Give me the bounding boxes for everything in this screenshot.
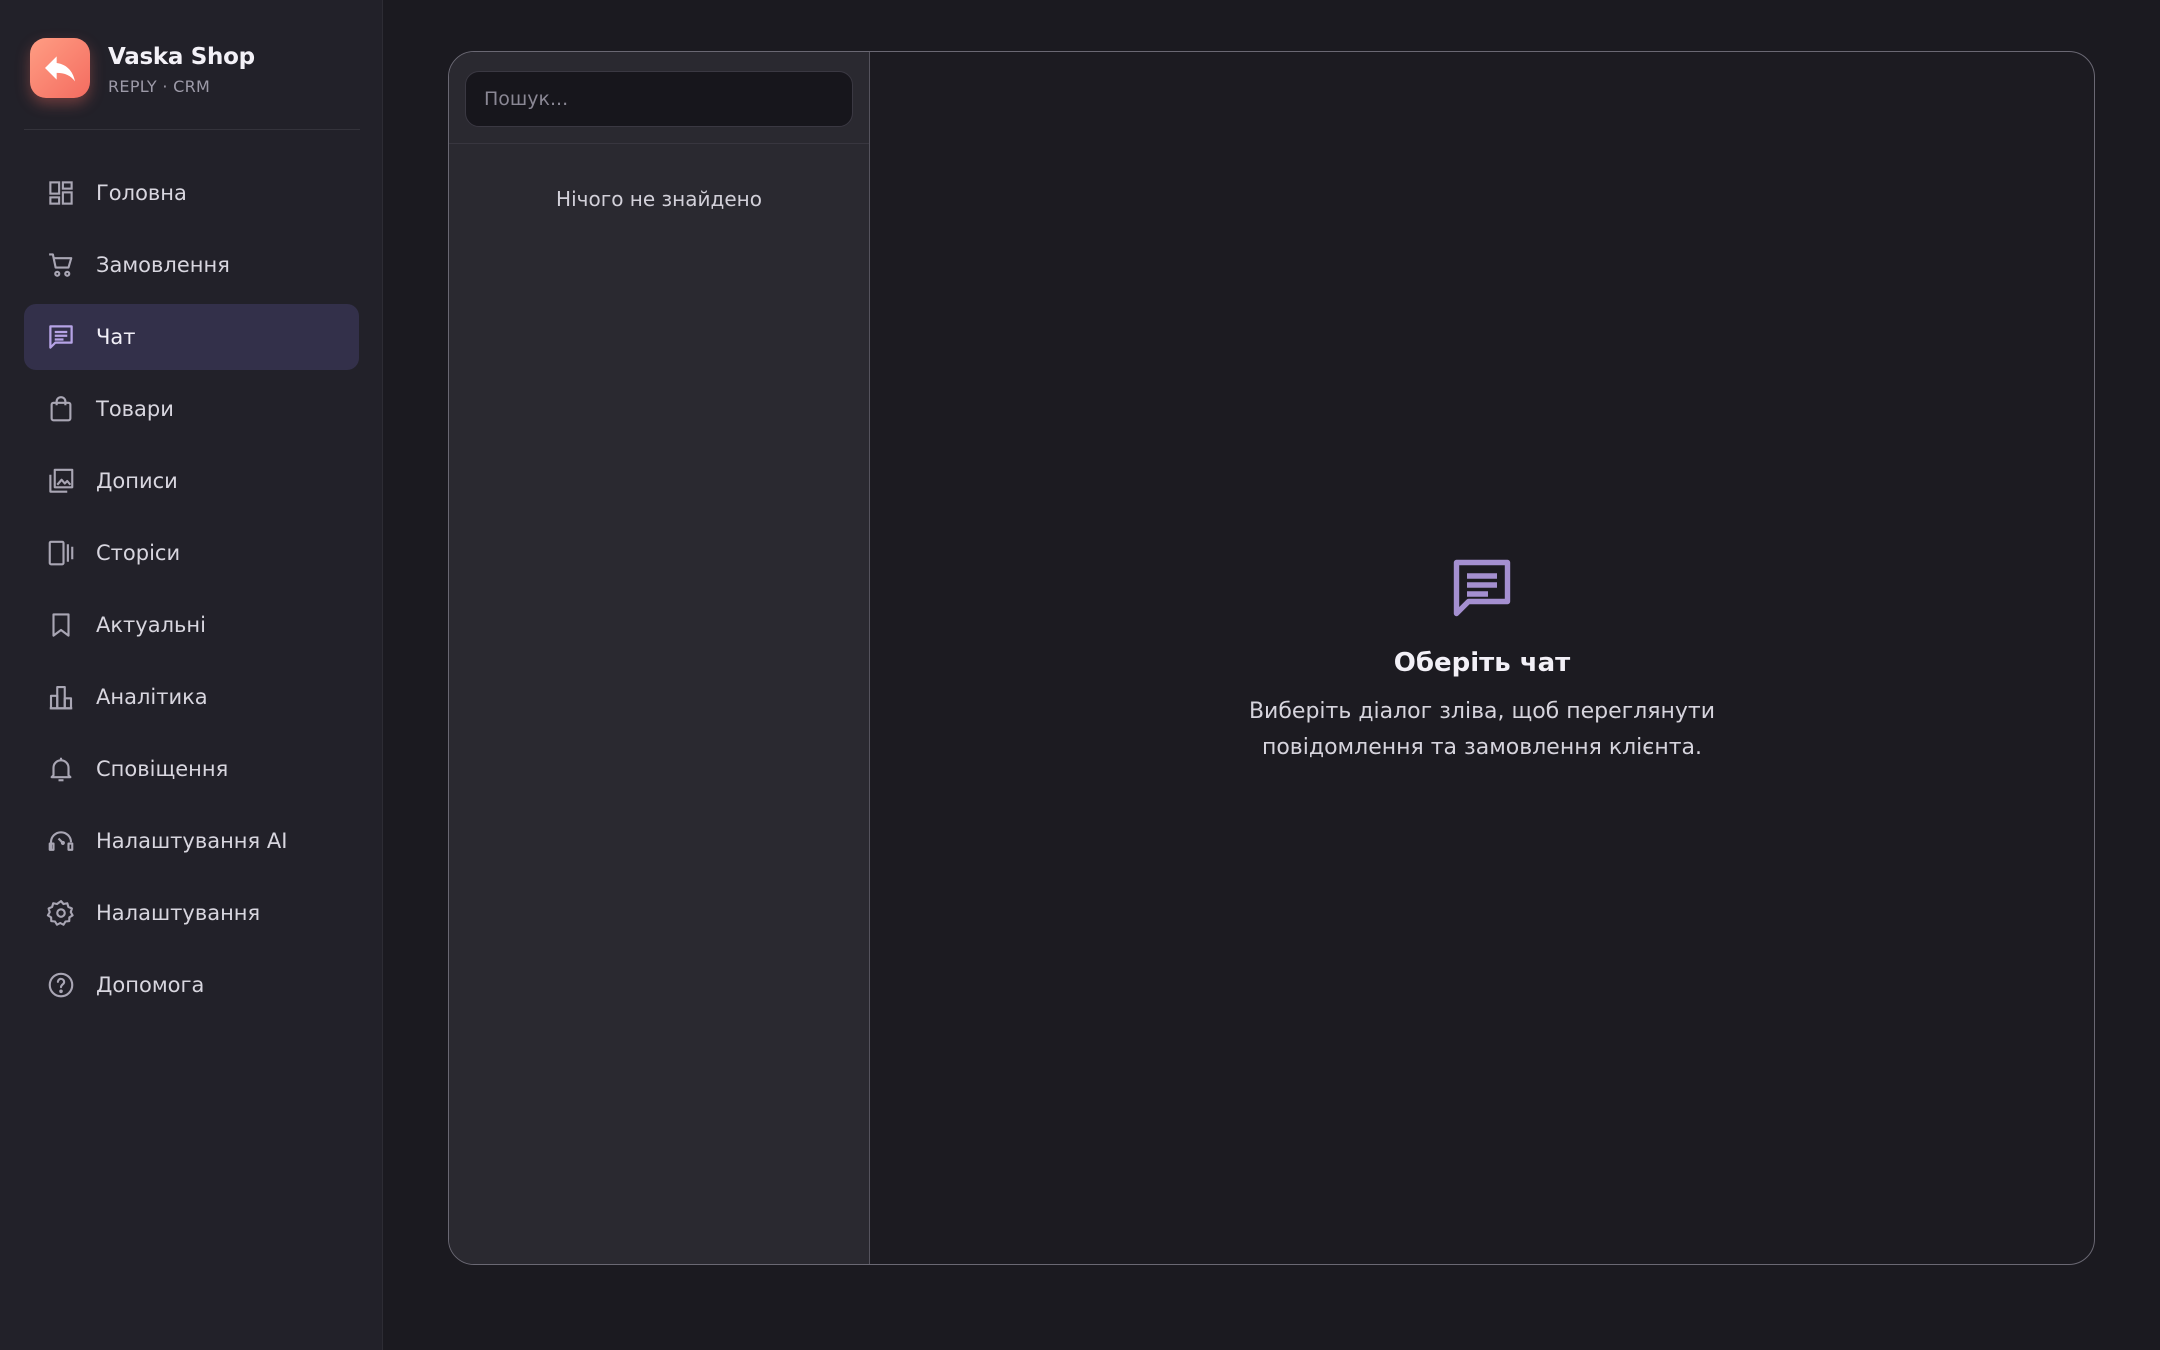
chat-icon [46,322,76,352]
stories-icon [46,538,76,568]
sidebar-item-notifications[interactable]: Сповіщення [24,736,359,802]
empty-chat-text: Виберіть діалог зліва, щоб переглянути п… [1248,699,1716,760]
sidebar-item-label: Допомога [96,973,205,997]
brand-name: Vaska Shop [108,44,255,70]
bell-icon [46,754,76,784]
chat-icon [1446,552,1518,624]
sidebar-item-help[interactable]: Допомога [24,952,359,1018]
brand-subtitle: REPLY · CRM [108,77,211,96]
search-input[interactable] [465,71,853,127]
sidebar-item-settings[interactable]: Налаштування [24,880,359,946]
sidebar-item-label: Товари [96,397,174,421]
empty-chat-state: Оберіть чат Виберіть діалог зліва, щоб п… [870,552,2094,766]
empty-list-message: Нічого не знайдено [556,187,762,211]
sidebar-item-orders[interactable]: Замовлення [24,232,359,298]
dashboard-icon [46,178,76,208]
sidebar-item-ai-settings[interactable]: Налаштування AI [24,808,359,874]
ai-head-icon [46,826,76,856]
sidebar: Vaska Shop REPLY · CRM Головна Замовленн… [0,0,383,1350]
sidebar-item-stories[interactable]: Сторіси [24,520,359,586]
sidebar-item-label: Сповіщення [96,757,229,781]
sidebar-item-label: Актуальні [96,613,206,637]
bar-chart-icon [46,682,76,712]
sidebar-item-posts[interactable]: Дописи [24,448,359,514]
cart-icon [46,250,76,280]
sidebar-item-label: Сторіси [96,541,181,565]
sidebar-item-products[interactable]: Товари [24,376,359,442]
chat-list-pane: Нічого не знайдено [449,52,870,1264]
search-bar [449,52,869,144]
help-icon [46,970,76,1000]
sidebar-item-label: Замовлення [96,253,230,277]
bookmark-icon [46,610,76,640]
sidebar-item-label: Чат [96,325,136,349]
sidebar-item-label: Налаштування AI [96,829,288,853]
sidebar-item-label: Дописи [96,469,178,493]
gallery-icon [46,466,76,496]
sidebar-item-highlights[interactable]: Актуальні [24,592,359,658]
brand-header: Vaska Shop REPLY · CRM [24,32,360,130]
app-root: Vaska Shop REPLY · CRM Головна Замовленн… [0,0,2160,1350]
sidebar-item-home[interactable]: Головна [24,160,359,226]
sidebar-item-chat[interactable]: Чат [24,304,359,370]
chat-view-pane: Оберіть чат Виберіть діалог зліва, щоб п… [870,52,2094,1264]
sidebar-item-label: Налаштування [96,901,261,925]
gear-icon [46,898,76,928]
shopping-bag-icon [46,394,76,424]
empty-chat-title: Оберіть чат [1393,648,1571,678]
sidebar-item-label: Головна [96,181,187,205]
reply-arrow-icon[interactable] [30,38,90,98]
sidebar-nav: Головна Замовлення Чат Товари Дописи Сто… [24,160,359,1024]
sidebar-item-analytics[interactable]: Аналітика [24,664,359,730]
sidebar-item-label: Аналітика [96,685,208,709]
chat-panel: Нічого не знайдено Оберіть чат Виберіть … [448,51,2095,1265]
